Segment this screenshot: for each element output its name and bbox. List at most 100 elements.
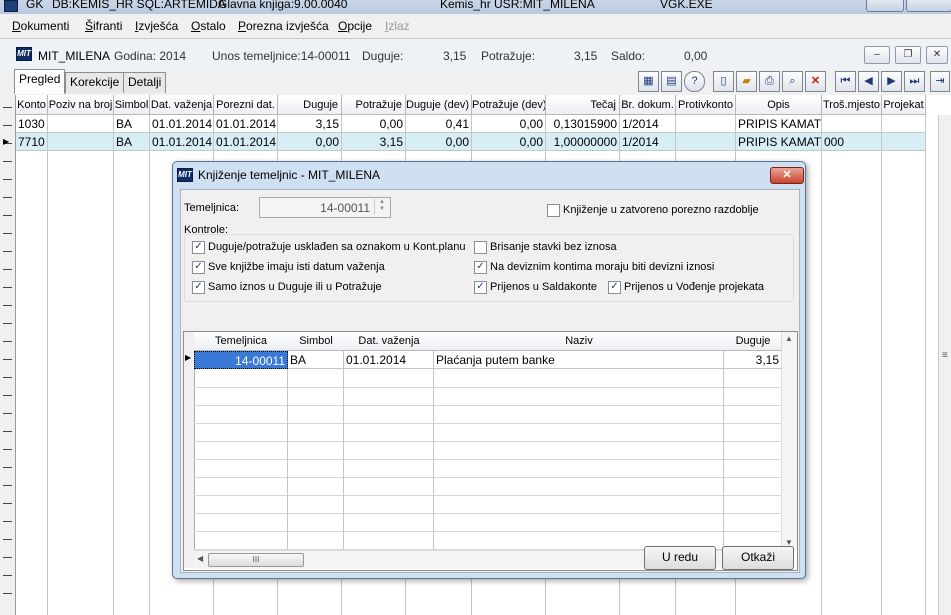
table-cell[interactable] [48,133,114,151]
new-document-icon[interactable]: ▯ [713,71,734,92]
tab-korekcije[interactable]: Korekcije [65,72,125,93]
scroll-left-icon[interactable]: ◀ [197,554,203,563]
temeljnica-field[interactable]: 14-00011 ▲ ▼ [259,197,391,218]
last-record-icon[interactable]: ⏭ [904,71,925,92]
table-cell[interactable] [882,133,926,151]
column-header[interactable]: Poziv na broj [48,95,114,115]
column-header[interactable]: Br. dokum. [620,95,676,115]
previous-record-icon[interactable]: ◀ [858,71,879,92]
table-cell[interactable]: 0,00 [342,115,406,133]
table-cell[interactable]: 0,00 [472,115,546,133]
table-cell[interactable]: 01.01.2014 [214,133,278,151]
table-cell[interactable]: 1/2014 [620,133,676,151]
column-header[interactable]: Potražuje (dev) [472,95,546,115]
dialog-column-header[interactable]: Temeljnica [194,332,289,351]
column-header[interactable]: Protivkonto [676,95,736,115]
menu-opcije[interactable]: Opcije [338,19,372,33]
dialog-table-cell[interactable]: 01.01.2014 [344,351,434,369]
chat-icon[interactable]: ▤ [661,71,682,92]
column-header[interactable]: Simbol [114,95,150,115]
next-record-icon[interactable]: ▶ [881,71,902,92]
table-cell[interactable]: 3,15 [278,115,342,133]
table-cell[interactable] [48,115,114,133]
dialog-table-cell[interactable]: Plaćanja putem banke [434,351,724,369]
table-cell[interactable]: 1/2014 [620,115,676,133]
dialog-table-cell[interactable]: 14-00011 [194,351,288,369]
print-icon[interactable]: ⎙ [759,71,780,92]
column-header[interactable]: Konto [16,95,48,115]
check-saldakonte[interactable]: ✓ [474,281,487,294]
search-icon[interactable]: ⌕ [782,71,803,92]
delete-icon[interactable]: ✕ [805,71,826,92]
open-folder-icon[interactable]: ▰ [736,71,757,92]
check-devizni-iznosi[interactable]: ✓ [474,261,487,274]
menu-sifranti[interactable]: Šifranti [85,19,122,33]
help-icon[interactable]: ? [684,71,705,92]
exit-icon[interactable]: ⇥ [930,71,950,92]
table-cell[interactable]: 0,00 [406,133,472,151]
column-header[interactable]: Opis [736,95,822,115]
child-close-button[interactable]: ✕ [926,46,948,64]
table-cell[interactable]: 0,13015900 [546,115,620,133]
table-cell[interactable] [882,115,926,133]
menu-dokumenti[interactable]: Dokumenti [12,19,69,33]
table-cell[interactable]: 1,00000000 [546,133,620,151]
table-cell[interactable]: 0,00 [472,133,546,151]
maximize-button[interactable] [906,0,951,12]
table-cell[interactable]: 01.01.2014 [150,115,214,133]
table-cell[interactable]: 01.01.2014 [214,115,278,133]
check-isti-datum[interactable]: ✓ [192,261,205,274]
table-cell[interactable]: 1030 [16,115,48,133]
dialog-column-header[interactable]: Simbol [288,332,345,351]
dialog-table-cell[interactable]: 3,15 [724,351,782,369]
zatvoreno-checkbox[interactable] [547,204,560,217]
table-cell[interactable]: 0,41 [406,115,472,133]
table-cell[interactable] [676,115,736,133]
column-header[interactable]: Tečaj [546,95,620,115]
column-header[interactable]: Duguje [278,95,342,115]
menu-ostalo[interactable]: Ostalo [191,19,226,33]
table-cell[interactable]: BA [114,115,150,133]
dialog-column-header[interactable]: Duguje [724,332,783,351]
tab-detalji[interactable]: Detalji [123,72,167,93]
temeljnica-spinner[interactable]: ▲ ▼ [374,199,389,214]
table-cell[interactable]: 3,15 [342,133,406,151]
table-cell[interactable] [676,133,736,151]
dialog-column-header[interactable]: Naziv [434,332,725,351]
dialog-grid-vscroll[interactable]: ▲ ▼ [781,332,797,550]
table-cell[interactable]: PRIPIS KAMATE [736,133,822,151]
table-cell[interactable]: 0,00 [278,133,342,151]
tab-pregled[interactable]: Pregled [14,69,66,94]
cancel-button[interactable]: Otkaži [722,546,794,570]
table-cell[interactable]: 01.01.2014 [150,133,214,151]
table-cell[interactable]: 000 [822,133,882,151]
check-brisanje-stavki[interactable] [474,241,487,254]
menu-izlaz[interactable]: Izlaz [385,19,410,33]
column-header[interactable]: Projekat [882,95,926,115]
scroll-up-icon[interactable]: ▲ [785,334,793,343]
table-cell[interactable]: BA [114,133,150,151]
first-record-icon[interactable]: ⏮ [835,71,856,92]
column-header[interactable]: Potražuje [342,95,406,115]
dialog-grid[interactable]: ▶ Temeljnica Simbol Dat. važenja Naziv Duguj… [183,331,798,571]
column-header[interactable]: Dat. važenja [150,95,214,115]
dialog-close-button[interactable]: ✕ [770,167,804,184]
ok-button[interactable]: U redu [644,546,716,570]
table-cell[interactable] [822,115,882,133]
check-samo-iznos[interactable]: ✓ [192,281,205,294]
table-cell[interactable]: 7710 [16,133,48,151]
check-vodenje-projekata[interactable]: ✓ [608,281,621,294]
column-header[interactable]: Troš.mjesto [822,95,882,115]
menu-izvjesca[interactable]: Izvješća [135,19,178,33]
column-header[interactable]: Duguje (dev) [406,95,472,115]
menu-porezna-izvjesca[interactable]: Porezna izvješća [238,19,329,33]
child-minimize-button[interactable]: – [864,46,890,64]
child-restore-button[interactable]: ❐ [895,46,921,64]
dialog-column-header[interactable]: Dat. važenja [344,332,435,351]
calculator-icon[interactable]: ▦ [638,71,659,92]
dialog-table-cell[interactable]: BA [288,351,344,369]
check-duguje-potrazuje[interactable]: ✓ [192,241,205,254]
main-grid-scrollbar[interactable]: ≡ [938,115,951,615]
hscroll-thumb[interactable]: III [208,553,304,567]
column-header[interactable]: Porezni dat. [214,95,278,115]
